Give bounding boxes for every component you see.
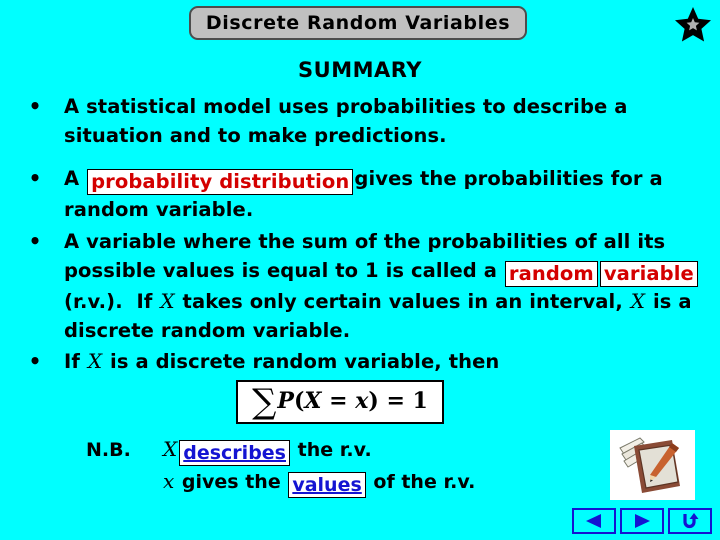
bullet-marker: • xyxy=(28,94,42,118)
nb-line-1-suffix: the r.v. xyxy=(291,439,372,461)
math-variable-x-lower: x xyxy=(163,469,175,493)
nb-label: N.B. xyxy=(86,439,131,461)
bullet-item-3: • A variable where the sum of the probab… xyxy=(28,227,718,345)
formula-equals-1: = xyxy=(321,388,356,414)
nav-back-button[interactable] xyxy=(572,508,616,534)
formula-close-paren: ) xyxy=(368,388,379,414)
triangle-left-icon xyxy=(586,514,601,528)
bullet-text-2: A probability distribution gives the prob… xyxy=(64,164,718,224)
bullet-1-line-2: situation and to make predictions. xyxy=(64,124,447,147)
bullet-text-4: If X is a discrete random variable, then xyxy=(64,347,718,376)
star-icon xyxy=(674,6,712,42)
bullet-3-line-3-mid: (r.v.). If xyxy=(64,290,160,313)
bullet-item-4: • If X is a discrete random variable, th… xyxy=(28,347,718,376)
nb-line-2: x gives the values of the r.v. xyxy=(162,466,606,498)
bullet-3-line-4-prefix: interval, xyxy=(529,290,630,313)
formula-x-upper: X xyxy=(304,388,322,414)
nb-line-2-prefix: gives the xyxy=(175,471,288,493)
formula-expression: ∑P(X = x) = 1 xyxy=(252,382,428,422)
math-variable-x-upper: X xyxy=(163,437,178,461)
bullet-2-suffix: gives the probabilities for xyxy=(354,167,643,190)
bullet-4-prefix: If xyxy=(64,350,87,373)
bullet-3-line-1: A variable where the sum of the probabil… xyxy=(64,230,631,253)
bullet-item-1: • A statistical model uses probabilities… xyxy=(28,92,718,150)
bullet-text-1: A statistical model uses probabilities t… xyxy=(64,92,718,150)
bullet-marker: • xyxy=(28,166,42,190)
bullet-marker: • xyxy=(28,349,42,373)
formula-box: ∑P(X = x) = 1 xyxy=(236,380,444,424)
u-turn-arrow-icon xyxy=(683,513,699,529)
page-title: Discrete Random Variables xyxy=(205,12,511,34)
bullet-3-line-3-post: takes only certain values in an xyxy=(175,290,523,313)
notepad-pencil-icon xyxy=(610,430,695,500)
formula-p: P xyxy=(277,388,294,414)
formula-equals-2: = xyxy=(378,388,413,414)
keyword-describes: describes xyxy=(179,440,290,466)
formula-x-lower: x xyxy=(355,388,369,414)
bullet-item-2: • A probability distribution gives the pr… xyxy=(28,164,718,224)
summary-heading: SUMMARY xyxy=(298,58,422,82)
bullet-2-prefix: A xyxy=(64,167,87,190)
bullet-marker: • xyxy=(28,229,42,253)
keyword-values: values xyxy=(288,472,366,498)
slide-title-banner: Discrete Random Variables xyxy=(189,6,527,40)
math-variable-x-upper: X xyxy=(160,289,175,313)
bullet-4-suffix: is a discrete random variable, then xyxy=(103,350,500,373)
summation-sigma-icon: ∑ xyxy=(252,382,277,422)
formula-open-paren: ( xyxy=(293,388,305,414)
math-variable-x-upper: X xyxy=(87,349,103,373)
math-variable-x-upper: X xyxy=(630,289,646,313)
nb-line-2-suffix: of the r.v. xyxy=(366,471,476,493)
formula-one: 1 xyxy=(412,388,428,414)
bullet-1-line-1: A statistical model uses probabilities t… xyxy=(64,95,628,118)
triangle-right-icon xyxy=(635,514,650,528)
nav-forward-button[interactable] xyxy=(620,508,664,534)
nav-return-button[interactable] xyxy=(668,508,712,534)
keyword-probability-distribution: probability distribution xyxy=(87,169,354,195)
bullet-text-3: A variable where the sum of the probabil… xyxy=(64,227,718,345)
slide-canvas: Discrete Random Variables SUMMARY • A st… xyxy=(0,0,720,540)
keyword-random: random xyxy=(504,261,598,287)
nota-bene-block: N.B. Xdescribes the r.v. x gives the valu… xyxy=(86,434,606,498)
keyword-variable: variable xyxy=(599,261,698,287)
